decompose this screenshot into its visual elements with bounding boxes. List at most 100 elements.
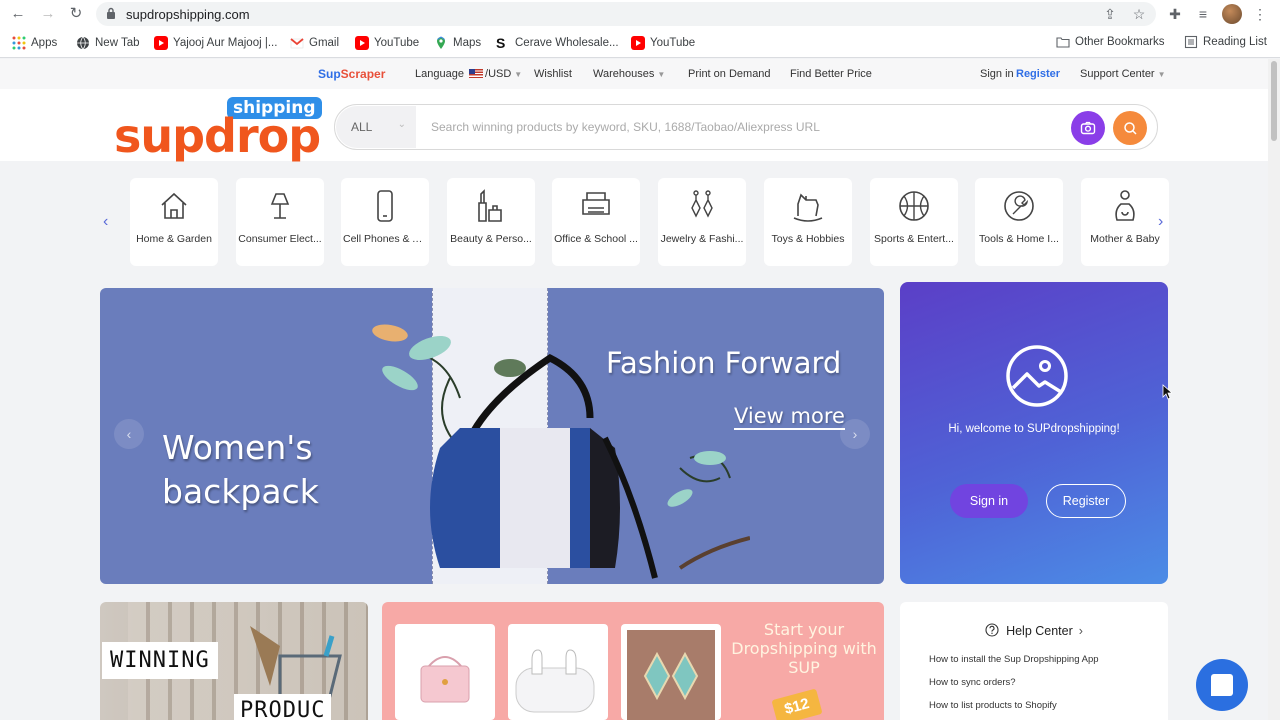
- profile-avatar[interactable]: [1222, 4, 1242, 24]
- help-link[interactable]: How to list products to Shopify: [929, 700, 1057, 711]
- bookmark-label: YouTube: [374, 37, 420, 49]
- hero-banner[interactable]: Women's backpack Fashion Forward View mor…: [100, 288, 884, 584]
- welcome-sign-in-button[interactable]: Sign in: [950, 484, 1028, 518]
- bookmarks-bar: Apps New Tab Yajooj Aur Majooj |... Gmai…: [0, 28, 1280, 58]
- promo-product-bag[interactable]: [395, 624, 495, 720]
- banner-next-arrow[interactable]: ›: [840, 419, 870, 449]
- category-label: Home & Garden: [136, 233, 212, 245]
- category-label: Sports & Entert...: [874, 233, 954, 245]
- page-scrollbar[interactable]: [1268, 59, 1280, 720]
- bookmark-yajooj[interactable]: Yajooj Aur Majooj |...: [154, 36, 277, 50]
- bookmark-youtube-2[interactable]: YouTube: [631, 36, 695, 50]
- site-header: shipping supdrop ALL ⌄ Search winning pro…: [0, 89, 1268, 161]
- category-office-school[interactable]: Office & School ...: [552, 178, 640, 266]
- bookmark-youtube[interactable]: YouTube: [355, 36, 419, 50]
- category-label: Jewelry & Fashi...: [660, 233, 744, 245]
- printer-icon: [582, 192, 610, 215]
- category-sports[interactable]: Sports & Entert...: [870, 178, 958, 266]
- clear-bag-image: [420, 656, 470, 703]
- category-label: Office & School ...: [554, 233, 638, 245]
- supscraper-link[interactable]: SupScraper: [318, 67, 385, 81]
- baby-icon: [1115, 190, 1135, 221]
- star-icon[interactable]: ☆: [1129, 4, 1149, 24]
- mouse-cursor-icon: [1162, 384, 1172, 400]
- winning-text-line1: WINNING: [102, 642, 218, 679]
- forward-icon[interactable]: →: [38, 4, 58, 24]
- reload-icon[interactable]: ↻: [66, 4, 86, 24]
- share-icon[interactable]: ⇪: [1100, 4, 1120, 24]
- banner-view-more-link[interactable]: View more: [734, 404, 845, 430]
- back-icon[interactable]: ←: [8, 4, 28, 24]
- bookmark-gmail[interactable]: Gmail: [290, 36, 339, 50]
- find-better-price-link[interactable]: Find Better Price: [790, 68, 872, 80]
- bookmark-apps[interactable]: Apps: [12, 36, 57, 50]
- wishlist-link[interactable]: Wishlist: [534, 68, 572, 80]
- chat-support-button[interactable]: [1196, 659, 1248, 711]
- youtube-icon: [631, 36, 645, 50]
- media-icon[interactable]: ≡: [1193, 4, 1213, 24]
- warehouses-menu[interactable]: Warehouses ▼: [593, 68, 665, 80]
- bookmark-maps[interactable]: Maps: [434, 36, 481, 50]
- earrings-photo-image: [627, 630, 715, 720]
- menu-icon[interactable]: ⋮: [1250, 4, 1270, 24]
- url-text: supdropshipping.com: [126, 7, 250, 22]
- category-label: Toys & Hobbies: [771, 233, 845, 245]
- bookmark-label: Yajooj Aur Majooj |...: [173, 37, 278, 49]
- sign-in-link[interactable]: Sign in: [980, 68, 1014, 80]
- category-beauty[interactable]: Beauty & Perso...: [447, 178, 535, 266]
- image-avatar-icon: [1006, 345, 1068, 407]
- category-next-arrow[interactable]: ›: [1158, 213, 1163, 231]
- address-bar[interactable]: supdropshipping.com: [96, 2, 1156, 26]
- warehouses-label: Warehouses: [593, 68, 655, 80]
- category-tools[interactable]: Tools & Home I...: [975, 178, 1063, 266]
- promo-product-earbuds[interactable]: [508, 624, 608, 720]
- cosmetics-icon: [478, 189, 502, 222]
- promo-product-earrings[interactable]: [621, 624, 721, 720]
- search-category-select[interactable]: ALL ⌄: [336, 106, 416, 148]
- logo[interactable]: shipping supdrop: [114, 97, 322, 161]
- category-mother-baby[interactable]: Mother & Baby: [1081, 178, 1169, 266]
- image-search-button[interactable]: [1071, 111, 1105, 145]
- youtube-icon: [154, 36, 168, 50]
- reading-list-label: Reading List: [1203, 36, 1267, 48]
- site-topbar: SupScraper Language /USD ▼ Wishlist Wareh…: [0, 59, 1268, 89]
- category-label: Beauty & Perso...: [450, 233, 532, 245]
- winning-products-tile[interactable]: WINNING PRODUC: [100, 602, 368, 720]
- banner-prev-arrow[interactable]: ‹: [114, 419, 144, 449]
- category-toys[interactable]: Toys & Hobbies: [764, 178, 852, 266]
- globe-icon: [77, 36, 89, 50]
- chevron-right-icon: ›: [1078, 624, 1083, 638]
- help-link[interactable]: How to sync orders?: [929, 677, 1016, 688]
- category-jewelry[interactable]: Jewelry & Fashi...: [658, 178, 746, 266]
- other-bookmarks[interactable]: Other Bookmarks: [1056, 35, 1164, 49]
- scrollbar-thumb[interactable]: [1271, 61, 1277, 141]
- language-selector[interactable]: Language /USD ▼: [415, 68, 522, 80]
- welcome-message: Hi, welcome to SUPdropshipping!: [948, 423, 1120, 435]
- wrench-icon: [1004, 191, 1034, 221]
- bookmark-new-tab[interactable]: New Tab: [76, 36, 140, 50]
- extensions-icon[interactable]: ✚: [1165, 4, 1185, 24]
- category-label: Consumer Elect...: [238, 233, 322, 245]
- search-button[interactable]: [1113, 111, 1147, 145]
- support-center-menu[interactable]: Support Center ▼: [1080, 68, 1166, 80]
- bookmark-cerave[interactable]: S Cerave Wholesale...: [496, 36, 619, 50]
- category-home-garden[interactable]: Home & Garden: [130, 178, 218, 266]
- help-link[interactable]: How to install the Sup Dropshipping App: [929, 654, 1099, 665]
- reading-list[interactable]: Reading List: [1184, 35, 1267, 49]
- earrings-icon: [691, 190, 713, 218]
- help-circle-icon: [985, 623, 999, 637]
- dropshipping-promo-tile[interactable]: Start your Dropshipping with SUP $12: [382, 602, 884, 720]
- rocking-horse-icon: [793, 193, 823, 222]
- help-center-label: Help Center: [1006, 624, 1073, 638]
- category-cell-phones[interactable]: Cell Phones & A...: [341, 178, 429, 266]
- register-link[interactable]: Register: [1016, 68, 1060, 80]
- basketball-icon: [899, 191, 929, 221]
- print-on-demand-link[interactable]: Print on Demand: [688, 68, 771, 80]
- welcome-register-button[interactable]: Register: [1046, 484, 1126, 518]
- bookmark-label: Maps: [453, 37, 482, 49]
- search-input[interactable]: Search winning products by keyword, SKU,…: [431, 120, 820, 134]
- lamp-icon: [270, 193, 290, 219]
- chevron-down-icon: ▼: [514, 70, 523, 79]
- category-consumer-electronics[interactable]: Consumer Elect...: [236, 178, 324, 266]
- help-center-title[interactable]: Help Center ›: [900, 623, 1168, 638]
